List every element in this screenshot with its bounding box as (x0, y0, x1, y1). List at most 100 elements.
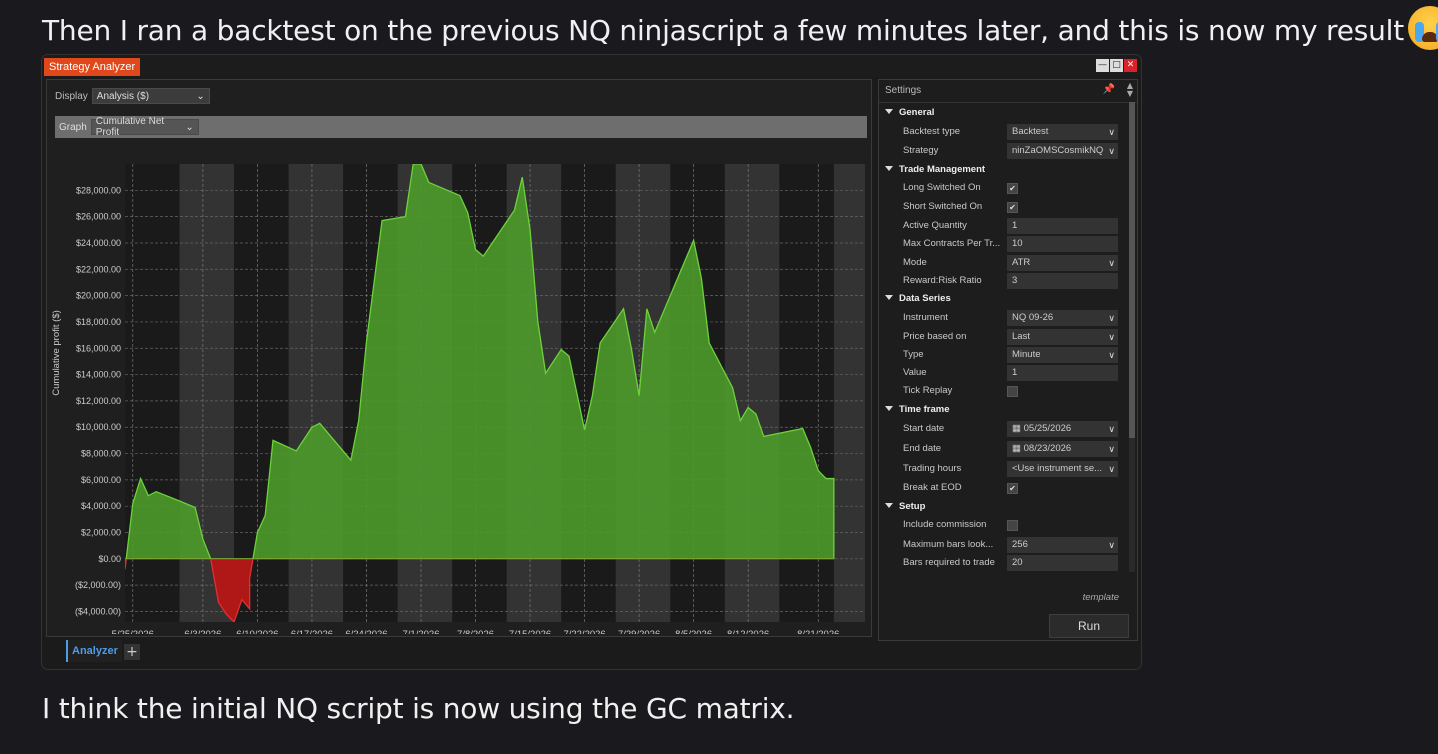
settings-input[interactable]: 20 (1007, 555, 1118, 571)
graph-select[interactable]: Cumulative Net Profit ⌄ (90, 116, 199, 138)
settings-row: Instrument NQ 09-26 ∨ (879, 309, 1123, 327)
graph-bar: Graph Cumulative Net Profit ⌄ (55, 116, 867, 138)
y-tick-label: $16,000.00 (76, 343, 121, 353)
settings-checkbox[interactable]: ✔ (1007, 183, 1018, 194)
settings-select[interactable]: Backtest ∨ (1007, 124, 1118, 140)
settings-select[interactable]: Minute ∨ (1007, 347, 1118, 363)
display-label: Display (55, 90, 88, 102)
settings-select[interactable]: ▦ 08/23/2026 ∨ (1007, 441, 1118, 457)
settings-row-label: End date (903, 443, 942, 454)
settings-row: Price based on Last ∨ (879, 328, 1123, 346)
settings-row-label: Setup (899, 501, 926, 512)
collapse-triangle-icon[interactable] (885, 503, 893, 508)
settings-input[interactable]: 3 (1007, 273, 1118, 289)
settings-value: NQ 09-26 (1012, 312, 1054, 323)
settings-section[interactable]: Setup (879, 498, 1123, 516)
chevron-down-icon: ∨ (1108, 540, 1115, 550)
chevron-down-icon: ∨ (1108, 313, 1115, 323)
chevron-down-icon: ∨ (1108, 258, 1115, 268)
window-title[interactable]: Strategy Analyzer (44, 58, 141, 76)
settings-row-label: Strategy (903, 145, 939, 156)
bottom-tab-strip: Analyzer + (42, 638, 882, 666)
collapse-triangle-icon[interactable] (885, 166, 893, 171)
settings-select[interactable]: ▦ 05/25/2026 ∨ (1007, 421, 1118, 437)
y-tick-label: $6,000.00 (81, 475, 121, 485)
settings-row: End date ▦ 08/23/2026 ∨ (879, 440, 1123, 458)
close-icon[interactable]: ✕ (1124, 59, 1137, 72)
x-tick-label: 7/15/2026 (509, 629, 551, 634)
display-value: Analysis ($) (96, 90, 150, 102)
calendar-icon: ▦ (1012, 443, 1024, 454)
calendar-icon: ▦ (1012, 423, 1024, 434)
tab-analyzer[interactable]: Analyzer (66, 640, 122, 662)
maximize-icon[interactable]: □ (1110, 59, 1123, 72)
settings-select[interactable]: ninZaOMSCosmikNQ ∨ (1007, 143, 1118, 159)
scroll-arrows-icon[interactable]: ▲ ▼ (1127, 82, 1133, 98)
caption-top-text: Then I ran a backtest on the previous NQ… (42, 14, 1405, 47)
settings-checkbox[interactable] (1007, 386, 1018, 397)
settings-title: Settings (885, 85, 922, 96)
collapse-triangle-icon[interactable] (885, 295, 893, 300)
y-tick-label: $10,000.00 (76, 422, 121, 432)
settings-section[interactable]: Time frame (879, 401, 1123, 419)
settings-checkbox[interactable] (1007, 520, 1018, 531)
y-tick-label: $28,000.00 (76, 185, 121, 195)
settings-value: Last (1012, 331, 1030, 342)
cumulative-profit-chart: 5/25/2026 6/3/2026 6/10/2026 6/17/2026 6/24/… (51, 164, 865, 634)
settings-row-label: Include commission (903, 519, 987, 530)
settings-checkbox[interactable]: ✔ (1007, 483, 1018, 494)
settings-select[interactable]: <Use instrument se... ∨ (1007, 461, 1118, 477)
settings-row-label: General (899, 107, 935, 118)
settings-section[interactable]: Data Series (879, 290, 1123, 308)
run-button[interactable]: Run (1049, 614, 1129, 638)
settings-row-label: Trading hours (903, 463, 962, 474)
settings-row-label: Price based on (903, 331, 967, 342)
settings-row-label: Mode (903, 257, 927, 268)
settings-panel: Settings 📌 ▲ ▼ General Backtest type Backte… (878, 79, 1138, 641)
pin-icon[interactable]: 📌 (1103, 84, 1115, 95)
graph-label: Graph (59, 121, 87, 133)
x-tick-label: 7/29/2026 (618, 629, 660, 634)
settings-section[interactable]: General (879, 104, 1123, 122)
settings-checkbox[interactable]: ✔ (1007, 202, 1018, 213)
chevron-down-icon: ∨ (1108, 332, 1115, 342)
template-label[interactable]: template (1083, 592, 1119, 603)
settings-select[interactable]: NQ 09-26 ∨ (1007, 310, 1118, 326)
settings-select[interactable]: ATR ∨ (1007, 255, 1118, 271)
settings-row: Active Quantity 1 (879, 217, 1123, 235)
settings-select[interactable]: Last ∨ (1007, 329, 1118, 345)
settings-row-label: Time frame (899, 404, 950, 415)
settings-input[interactable]: 1 (1007, 218, 1118, 234)
settings-header: Settings 📌 ▲ ▼ (879, 80, 1137, 103)
settings-row-label: Maximum bars look... (903, 539, 994, 550)
settings-row-label: Active Quantity (903, 220, 967, 231)
week-band (833, 164, 865, 622)
display-select[interactable]: Analysis ($) ⌄ (91, 88, 210, 104)
graph-value: Cumulative Net Profit (95, 116, 165, 138)
settings-row: Mode ATR ∨ (879, 254, 1123, 272)
settings-row-label: Backtest type (903, 126, 961, 137)
collapse-triangle-icon[interactable] (885, 406, 893, 411)
analysis-panel: Display Analysis ($) ⌄ Graph Cumulative N… (46, 79, 872, 637)
settings-value: ninZaOMSCosmikNQ (1012, 145, 1104, 156)
settings-scrollbar[interactable] (1129, 102, 1135, 572)
x-tick-label: 7/1/2026 (403, 629, 440, 634)
caption-bottom: I think the initial NQ script is now usi… (42, 692, 795, 725)
settings-value: 10 (1012, 238, 1023, 249)
title-bar: Strategy Analyzer — □ ✕ (42, 55, 1141, 77)
settings-section[interactable]: Trade Management (879, 161, 1123, 179)
scrollbar-thumb[interactable] (1129, 102, 1135, 438)
add-tab-button[interactable]: + (124, 644, 140, 660)
collapse-triangle-icon[interactable] (885, 109, 893, 114)
settings-row-label: Start date (903, 423, 945, 434)
window-controls: — □ ✕ (1096, 59, 1137, 72)
minimize-icon[interactable]: — (1096, 59, 1109, 72)
settings-input[interactable]: 1 (1007, 365, 1118, 381)
settings-select[interactable]: 256 ∨ (1007, 537, 1118, 553)
chevron-down-icon: ∨ (1108, 350, 1115, 360)
chevron-down-icon: ∨ (1108, 127, 1115, 137)
settings-section[interactable]: Historical fill proces... (879, 572, 1123, 574)
settings-input[interactable]: 10 (1007, 236, 1118, 252)
settings-value: 1 (1012, 220, 1018, 231)
chevron-down-icon: ∨ (1108, 424, 1115, 434)
